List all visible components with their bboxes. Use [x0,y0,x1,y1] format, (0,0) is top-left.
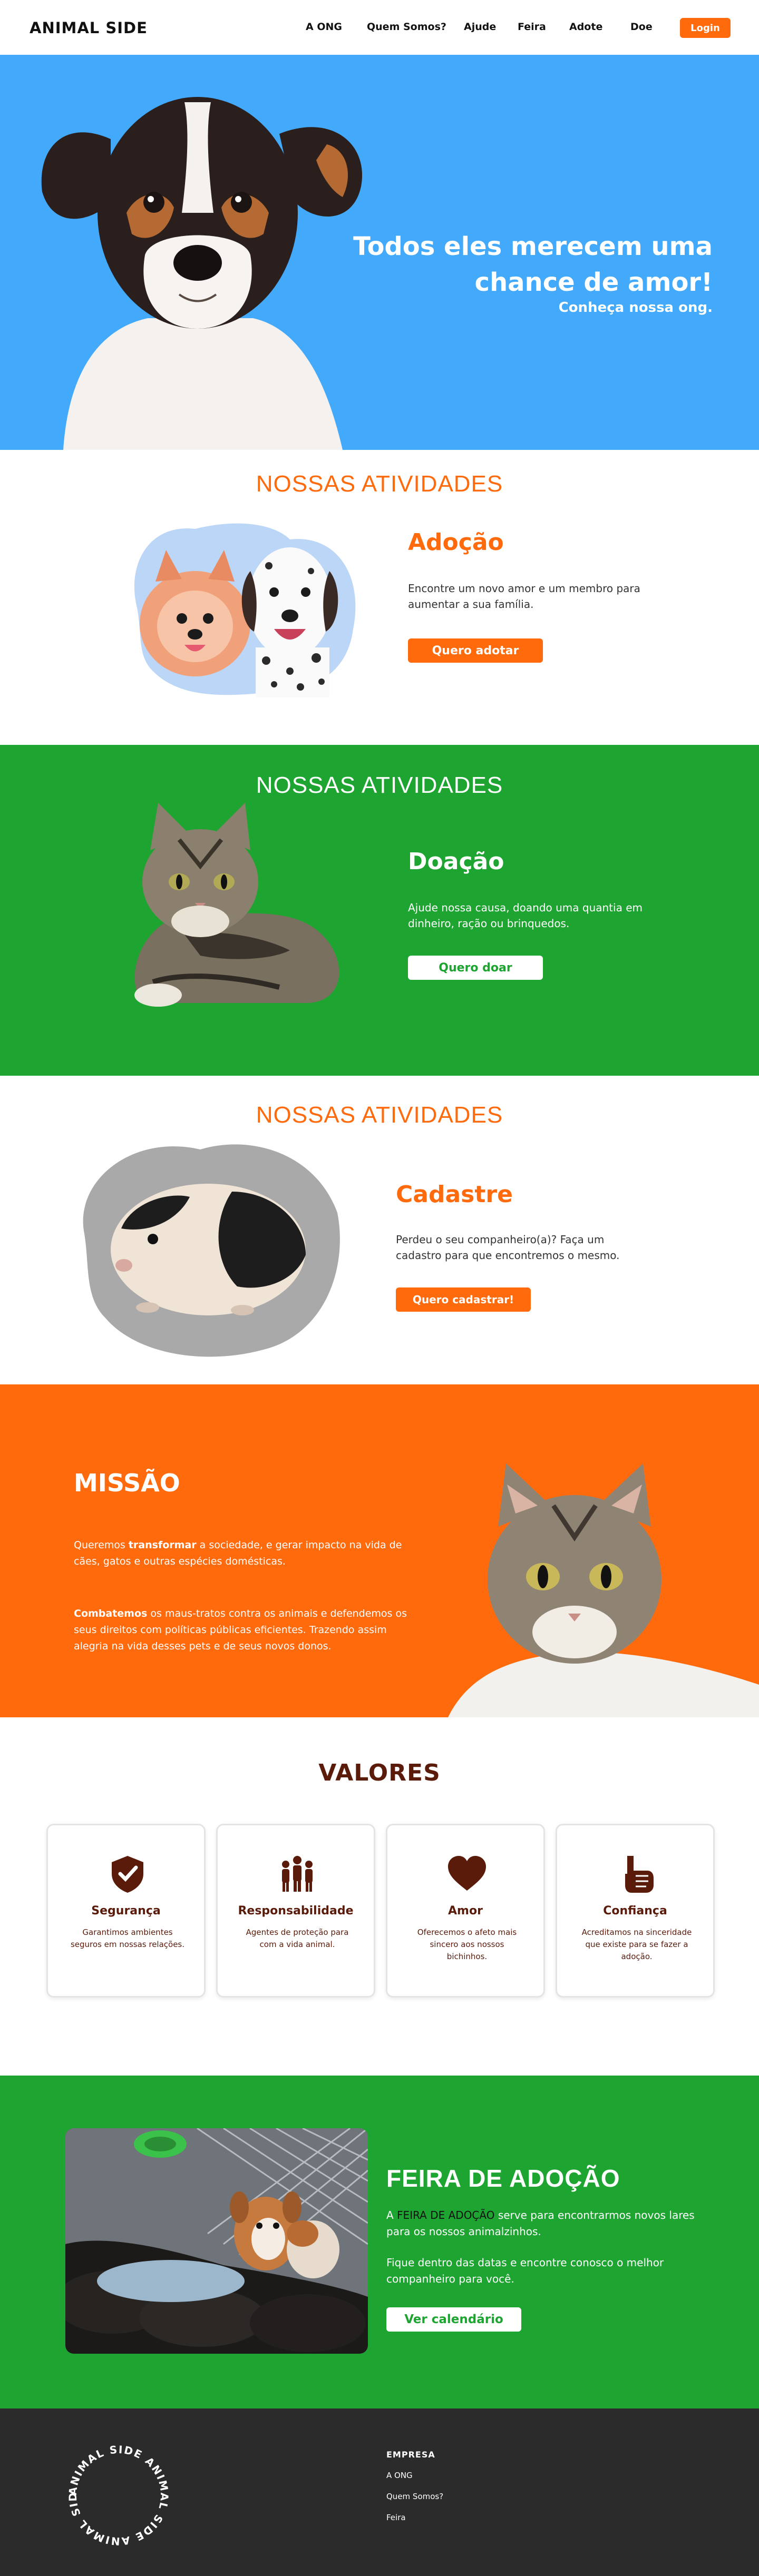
values-title: VALORES [318,1759,441,1786]
people-icon [282,1856,313,1892]
footer-link-feira[interactable]: Feira [386,2513,406,2522]
value-title: Amor [448,1904,483,1918]
hero-title: Todos eles merecem uma chance de amor! [353,232,713,297]
hero-banner: Todos eles merecem uma chance de amor! C… [0,55,759,450]
donate-button[interactable]: Quero doar [408,956,543,980]
value-text: Oferecemos o afeto mais sincero aos noss… [417,1928,517,1961]
adoption-heading: Adoção [408,529,504,556]
nav-ajude[interactable]: Ajude [464,21,496,33]
dog-photo [41,97,363,450]
fair-title: FEIRA DE ADOÇÃO [386,2165,620,2192]
section-title: NOSSAS ATIVIDADES [256,1102,503,1128]
footer-link-quem-somos[interactable]: Quem Somos? [386,2492,443,2501]
footer-circular-logo[interactable]: ANIMAL SIDE ANIMAL SIDE ANIMAL SIDE [63,2440,174,2551]
cat-photo [134,803,339,1007]
adoption-text: Encontre um novo amor e um membro para a… [408,582,640,611]
value-text: Garantimos ambientes seguros em nossas r… [70,1928,185,1949]
value-card-trust: Confiança Acreditamos na sinceridade que… [556,1824,715,1998]
nav-feira[interactable]: Feira [518,21,546,33]
donation-heading: Doação [408,848,504,875]
mission-title: MISSÃO [74,1469,180,1497]
heart-icon [448,1856,486,1891]
activity-donation-section: NOSSAS ATIVIDADES Doação Ajude nossa cau… [0,745,759,1076]
guinea-pig-photo [83,1144,340,1357]
value-title: Segurança [91,1904,161,1918]
fair-paragraph-1: A FEIRA DE ADOÇÃO serve para encontrarmo… [386,2209,695,2238]
hero-subtitle[interactable]: Conheça nossa ong. [559,300,713,316]
mission-paragraph-1: Queremos transformar a sociedade, e gera… [74,1539,402,1567]
register-heading: Cadastre [396,1181,513,1208]
value-text: Agentes de proteção para com a vida anim… [246,1928,349,1949]
value-card-security: Segurança Garantimos ambientes seguros e… [46,1824,206,1998]
activity-adoption-section: NOSSAS ATIVIDADES Adoção Encontre um nov… [0,450,759,745]
dogs-photo [134,523,356,697]
site-header: ANIMAL SIDE A ONG Quem Somos? Ajude Feir… [0,0,759,55]
activity-register-section: NOSSAS ATIVIDADES Cadastre Perdeu o seu … [0,1076,759,1384]
register-text: Perdeu o seu companheiro(a)? Faça um cad… [396,1233,620,1262]
puppies-photo [65,2128,368,2354]
cat-portrait-photo [448,1463,759,1717]
mission-section: MISSÃO Queremos transformar a sociedade,… [0,1384,759,1717]
mission-paragraph-2: Combatemos os maus-tratos contra os anim… [74,1608,407,1652]
adopt-button[interactable]: Quero adotar [408,638,543,663]
calendar-button[interactable]: Ver calendário [386,2307,521,2332]
nav-doe[interactable]: Doe [630,21,653,33]
footer-heading: EMPRESA [386,2450,435,2460]
value-text: Acreditamos na sinceridade que existe pa… [581,1928,692,1961]
site-footer: ANIMAL SIDE ANIMAL SIDE ANIMAL SIDE EMPR… [0,2408,759,2576]
fair-paragraph-2: Fique dentro das datas e encontre conosc… [386,2256,664,2285]
nav-quem-somos[interactable]: Quem Somos? [367,21,446,33]
nav-adote[interactable]: Adote [569,21,602,33]
register-button[interactable]: Quero cadastrar! [396,1287,531,1312]
svg-text:ANIMAL SIDE ANIMAL SIDE ANIMAL: ANIMAL SIDE ANIMAL SIDE ANIMAL SIDE [63,2440,171,2548]
value-title: Confiança [603,1904,667,1918]
site-logo[interactable]: ANIMAL SIDE [30,19,148,37]
pinky-promise-icon [625,1856,654,1893]
shield-check-icon [112,1856,143,1893]
adoption-fair-section: FEIRA DE ADOÇÃO A FEIRA DE ADOÇÃO serve … [0,2076,759,2408]
footer-link-a-ong[interactable]: A ONG [386,2471,413,2480]
section-title: NOSSAS ATIVIDADES [256,471,503,497]
donation-text: Ajude nossa causa, doando uma quantia em… [408,901,643,930]
section-title: NOSSAS ATIVIDADES [256,772,503,798]
value-title: Responsabilidade [238,1904,354,1918]
value-card-responsibility: Responsabilidade Agentes de proteção par… [216,1824,375,1998]
value-card-love: Amor Oferecemos o afeto mais sincero aos… [386,1824,545,1998]
nav-a-ong[interactable]: A ONG [306,21,342,33]
login-button[interactable]: Login [680,18,731,38]
